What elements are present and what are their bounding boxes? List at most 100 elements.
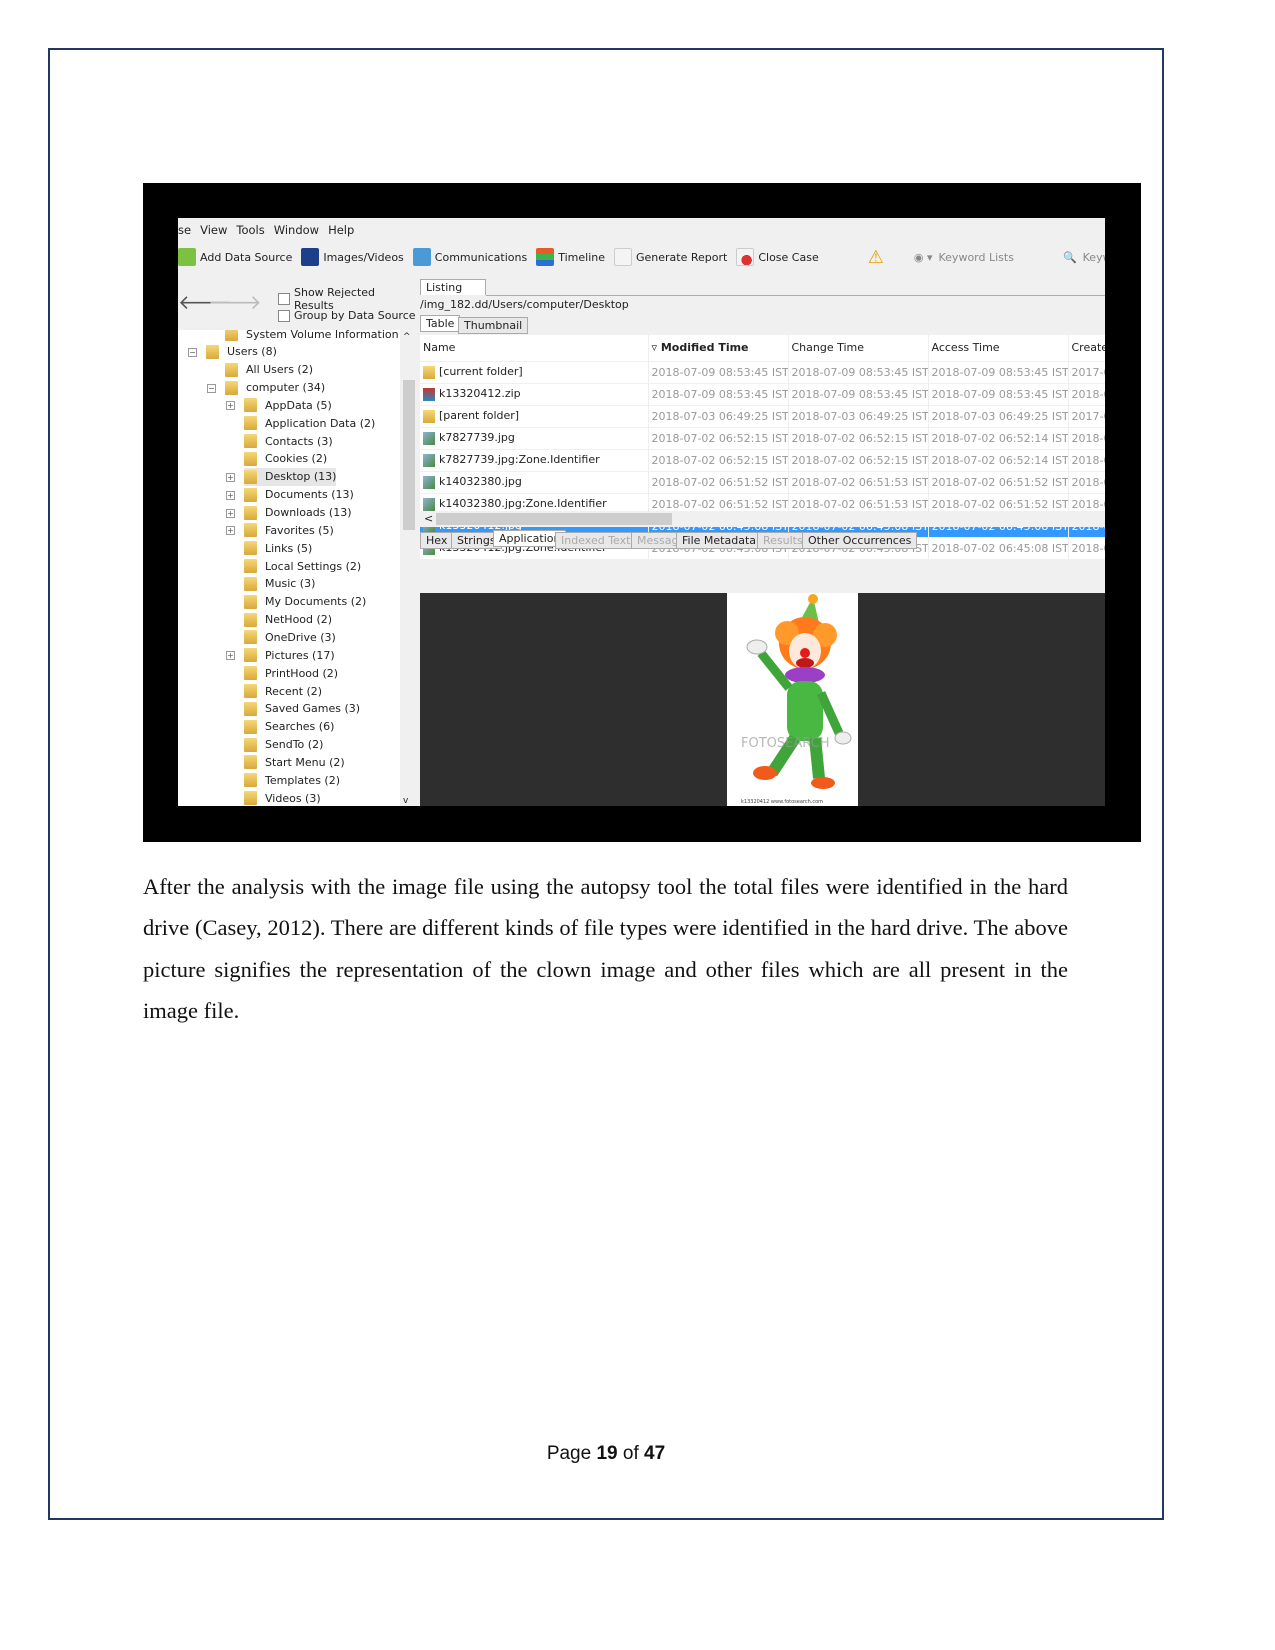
tree-item[interactable]: NetHood (2) bbox=[244, 611, 332, 629]
tree-item[interactable]: Documents (13) bbox=[244, 486, 354, 504]
column-name[interactable]: Name bbox=[420, 335, 649, 362]
tree-item[interactable]: Videos (3) bbox=[244, 789, 321, 806]
tree-item-label: Desktop (13) bbox=[265, 470, 337, 484]
time-cell: 2018-0 bbox=[1068, 427, 1105, 450]
tree-item[interactable]: Links (5) bbox=[244, 539, 312, 557]
warning-button[interactable]: ⚠ bbox=[868, 247, 884, 268]
tab-results[interactable]: Results bbox=[757, 532, 809, 549]
tree-item[interactable]: Favorites (5) bbox=[244, 521, 334, 539]
tree-item[interactable]: Searches (6) bbox=[244, 718, 334, 736]
folder-icon bbox=[244, 612, 257, 627]
tree-item-label: All Users (2) bbox=[246, 363, 314, 377]
watermark: FOTOSEARCH bbox=[741, 736, 829, 751]
tree-item[interactable]: Saved Games (3) bbox=[244, 700, 360, 718]
time-cell: 2018-07-09 08:53:45 IST bbox=[788, 361, 929, 384]
expand-toggle[interactable]: − bbox=[188, 347, 197, 357]
table-row[interactable]: k14032380.jpg 2018-07-02 06:51:52 IST 2018… bbox=[420, 471, 1105, 494]
expand-toggle[interactable]: − bbox=[207, 383, 216, 393]
tree-item-label: Favorites (5) bbox=[265, 523, 334, 537]
table-row[interactable]: [parent folder] 2018-07-03 06:49:25 IST 20… bbox=[420, 405, 1105, 428]
expand-toggle[interactable]: + bbox=[226, 472, 235, 482]
tree-item[interactable]: Application Data (2) bbox=[244, 414, 375, 432]
tree-item-label: Templates (2) bbox=[265, 773, 341, 787]
tree-item[interactable]: Music (3) bbox=[244, 575, 315, 593]
tree-item[interactable]: Desktop (13) bbox=[244, 467, 337, 486]
forward-arrow-icon[interactable]: 🡒 bbox=[208, 290, 262, 314]
tree-item[interactable]: My Documents (2) bbox=[244, 593, 366, 611]
tree-item[interactable]: Recent (2) bbox=[244, 682, 322, 700]
tab-indexed-text[interactable]: Indexed Text bbox=[555, 532, 637, 549]
expand-toggle[interactable]: + bbox=[226, 490, 235, 500]
tree-item-label: Saved Games (3) bbox=[265, 702, 361, 716]
tree-item[interactable]: Cookies (2) bbox=[244, 450, 327, 468]
tree-item[interactable]: Start Menu (2) bbox=[244, 753, 345, 771]
expand-toggle[interactable]: + bbox=[226, 526, 235, 536]
tab-table[interactable]: Table bbox=[420, 315, 461, 332]
tree-item-label: Documents (13) bbox=[265, 488, 354, 502]
tab-listing[interactable]: Listing bbox=[420, 279, 486, 295]
keyword-search-button[interactable]: 🔍Keyword bbox=[1063, 251, 1105, 264]
time-cell: 2017-0 bbox=[1068, 405, 1105, 428]
menu-case[interactable]: se bbox=[178, 223, 191, 239]
column-change-time[interactable]: Change Time bbox=[788, 335, 929, 362]
expand-toggle[interactable]: + bbox=[226, 508, 235, 518]
tab-thumbnail[interactable]: Thumbnail bbox=[458, 317, 529, 334]
time-cell: 2018-07-03 06:49:25 IST bbox=[928, 405, 1069, 428]
menu-window[interactable]: Window bbox=[274, 223, 319, 239]
menu-view[interactable]: View bbox=[200, 223, 227, 239]
close-case-button[interactable]: Close Case bbox=[736, 248, 819, 266]
tree-item[interactable]: Users (8) bbox=[206, 343, 277, 361]
table-row[interactable]: k7827739.jpg 2018-07-02 06:52:15 IST 2018-… bbox=[420, 427, 1105, 450]
tree-item[interactable]: Local Settings (2) bbox=[244, 557, 361, 575]
column-create-time[interactable]: Create bbox=[1068, 335, 1105, 362]
table-row[interactable]: [current folder] 2018-07-09 08:53:45 IST 2… bbox=[420, 361, 1105, 384]
folder-icon bbox=[244, 773, 257, 788]
report-icon bbox=[614, 248, 632, 266]
group-by-data-source-checkbox[interactable]: Group by Data Source bbox=[278, 309, 416, 322]
tree-item[interactable]: SendTo (2) bbox=[244, 736, 323, 754]
column-modified-time[interactable]: ▿ Modified Time bbox=[648, 335, 789, 362]
tree-item-label: System Volume Information (7) bbox=[246, 330, 400, 341]
communications-button[interactable]: Communications bbox=[412, 248, 527, 266]
tree-item-label: Users (8) bbox=[227, 345, 277, 359]
image-caption: k13320412 www.fotosearch.com bbox=[741, 799, 823, 805]
expand-toggle[interactable]: + bbox=[226, 651, 235, 661]
tree-item[interactable]: Pictures (17) bbox=[244, 646, 335, 664]
tree-item[interactable]: Contacts (3) bbox=[244, 432, 333, 450]
tree-item[interactable]: computer (34) bbox=[225, 379, 325, 397]
menu-tools[interactable]: Tools bbox=[236, 223, 264, 239]
timeline-button[interactable]: Timeline bbox=[536, 248, 605, 266]
tab-file-metadata[interactable]: File Metadata bbox=[676, 532, 762, 549]
column-access-time[interactable]: Access Time bbox=[928, 335, 1069, 362]
image-file-icon bbox=[423, 497, 435, 511]
tree-scrollbar[interactable]: ^ v bbox=[400, 330, 416, 806]
table-row[interactable]: k13320412.zip 2018-07-09 08:53:45 IST 2018… bbox=[420, 383, 1105, 406]
menu-help[interactable]: Help bbox=[328, 223, 354, 239]
file-name-cell: k14032380.jpg bbox=[420, 471, 649, 494]
tree-item[interactable]: All Users (2) bbox=[225, 361, 313, 379]
images-videos-button[interactable]: Images/Videos bbox=[301, 248, 404, 266]
tab-other-occurrences[interactable]: Other Occurrences bbox=[802, 532, 918, 549]
tree-item[interactable]: System Volume Information (7) bbox=[225, 330, 400, 343]
listing-panel: Listing /img_182.dd/Users/computer/Deskt… bbox=[418, 278, 1105, 806]
folder-icon bbox=[244, 434, 257, 449]
autopsy-screenshot: se View Tools Window Help Add Data Sourc… bbox=[143, 183, 1141, 842]
folder-icon bbox=[225, 362, 238, 377]
tree-item-label: Cookies (2) bbox=[265, 452, 328, 466]
keyword-lists-button[interactable]: ◉ ▾ Keyword Lists bbox=[914, 251, 1014, 264]
tree-item[interactable]: OneDrive (3) bbox=[244, 628, 336, 646]
tree-item[interactable]: Templates (2) bbox=[244, 771, 340, 789]
tab-hex[interactable]: Hex bbox=[420, 532, 454, 549]
generate-report-button[interactable]: Generate Report bbox=[614, 248, 727, 266]
add-data-source-button[interactable]: Add Data Source bbox=[178, 248, 292, 266]
tree-item[interactable]: Downloads (13) bbox=[244, 504, 352, 522]
table-row[interactable]: k7827739.jpg:Zone.Identifier 2018-07-02 0… bbox=[420, 449, 1105, 472]
folder-icon bbox=[244, 594, 257, 609]
search-icon: 🔍 bbox=[1062, 250, 1077, 264]
tree-item[interactable]: AppData (5) bbox=[244, 396, 332, 414]
expand-toggle[interactable]: + bbox=[226, 401, 235, 411]
image-file-icon bbox=[423, 475, 435, 489]
folder-icon bbox=[244, 523, 257, 538]
tree-item[interactable]: PrintHood (2) bbox=[244, 664, 338, 682]
table-horizontal-scrollbar[interactable]: < bbox=[420, 511, 1105, 527]
